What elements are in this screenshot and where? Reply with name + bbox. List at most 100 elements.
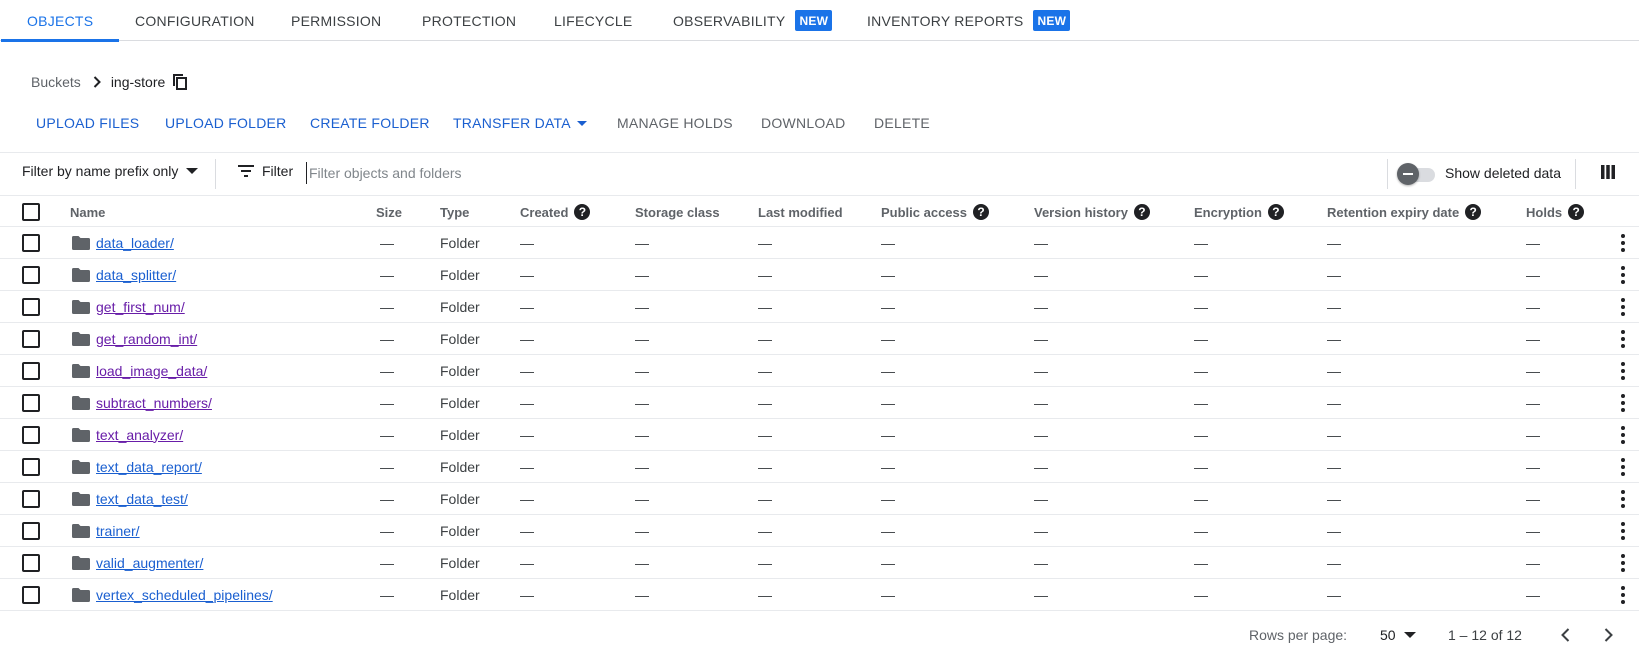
row-checkbox[interactable] [22,393,40,412]
row-checkbox[interactable] [22,297,40,316]
folder-link[interactable]: text_data_report/ [96,459,202,475]
help-icon[interactable]: ? [1133,204,1150,220]
table-row[interactable]: vertex_scheduled_pipelines/Folder — — — — — — —… [0,579,1639,611]
table-row[interactable]: subtract_numbers/Folder — — — — — — — — — [0,387,1639,419]
filter-input[interactable] [306,162,806,184]
next-page-button[interactable] [1598,625,1618,648]
folder-link[interactable]: vertex_scheduled_pipelines/ [96,587,273,603]
divider [1387,159,1388,189]
filter-button[interactable]: Filter [238,163,293,179]
table-row[interactable]: valid_augmenter/Folder — — — — — — — — — [0,547,1639,579]
folder-link[interactable]: get_first_num/ [96,299,185,315]
row-checkbox[interactable] [22,553,40,572]
size-cell: — [380,490,394,507]
column-display-icon[interactable] [1601,165,1615,182]
table-row[interactable]: text_data_report/Folder — — — — — — — — — [0,451,1639,483]
table-row[interactable]: text_analyzer/Folder — — — — — — — — — [0,419,1639,451]
folder-link[interactable]: get_random_int/ [96,331,197,347]
table-row[interactable]: text_data_test/Folder — — — — — — — — — [0,483,1639,515]
breadcrumb-buckets-link[interactable]: Buckets [31,74,81,90]
tab-observability[interactable]: OBSERVABILITY NEW [673,0,833,41]
more-vert-icon[interactable] [1621,489,1625,508]
last-modified-cell: — [758,266,772,283]
col-version-history[interactable]: Version history? [1034,196,1150,228]
table-row[interactable]: trainer/Folder — — — — — — — — — [0,515,1639,547]
folder-link[interactable]: subtract_numbers/ [96,395,212,411]
table-row[interactable]: get_first_num/Folder — — — — — — — — — [0,291,1639,323]
folder-link[interactable]: text_data_test/ [96,491,188,507]
more-vert-icon[interactable] [1621,585,1625,604]
more-vert-icon[interactable] [1621,425,1625,444]
col-size[interactable]: Size [376,196,402,228]
prefix-filter-label: Filter by name prefix only [22,163,179,179]
row-checkbox[interactable] [22,425,40,444]
folder-link[interactable]: trainer/ [96,523,140,539]
version-history-cell: — [1034,298,1048,315]
more-vert-icon[interactable] [1621,521,1625,540]
manage-holds-button[interactable]: MANAGE HOLDS [617,112,733,134]
more-vert-icon[interactable] [1621,297,1625,316]
more-vert-icon[interactable] [1621,361,1625,380]
help-icon[interactable]: ? [1465,204,1482,220]
folder-link[interactable]: data_loader/ [96,235,174,251]
tab-configuration[interactable]: CONFIGURATION [135,0,255,41]
folder-link[interactable]: load_image_data/ [96,363,207,379]
table-row[interactable]: data_loader/Folder — — — — — — — — — [0,227,1639,259]
holds-cell: — [1526,586,1540,603]
row-checkbox[interactable] [22,521,40,540]
tab-permission[interactable]: PERMISSION [291,0,381,41]
prefix-filter-select[interactable]: Filter by name prefix only [22,163,199,179]
more-vert-icon[interactable] [1621,553,1625,572]
folder-link[interactable]: valid_augmenter/ [96,555,203,571]
tab-objects[interactable]: OBJECTS [1,0,120,42]
delete-button[interactable]: DELETE [874,112,930,134]
col-type[interactable]: Type [440,196,469,228]
help-icon[interactable]: ? [574,204,591,220]
col-retention[interactable]: Retention expiry date? [1327,196,1482,228]
more-vert-icon[interactable] [1621,233,1625,252]
retention-cell: — [1327,330,1341,347]
transfer-data-button[interactable]: TRANSFER DATA [453,112,587,134]
col-last-modified[interactable]: Last modified [758,196,843,228]
row-checkbox[interactable] [22,457,40,476]
tab-inventory-reports[interactable]: INVENTORY REPORTS NEW [867,0,1071,41]
create-folder-button[interactable]: CREATE FOLDER [310,112,430,134]
upload-files-button[interactable]: UPLOAD FILES [36,112,139,134]
folder-link[interactable]: data_splitter/ [96,267,176,283]
help-icon[interactable]: ? [1267,204,1284,220]
row-checkbox[interactable] [22,361,40,380]
more-vert-icon[interactable] [1621,393,1625,412]
help-icon[interactable]: ? [973,204,989,220]
help-icon[interactable]: ? [1568,204,1585,220]
more-vert-icon[interactable] [1621,457,1625,476]
row-checkbox[interactable] [22,233,40,252]
col-public-access[interactable]: Public access? [881,196,989,228]
row-checkbox[interactable] [22,265,40,284]
copy-icon[interactable] [173,74,188,90]
folder-link[interactable]: text_analyzer/ [96,427,183,443]
col-storage-class[interactable]: Storage class [635,196,720,228]
tab-lifecycle[interactable]: LIFECYCLE [554,0,633,41]
download-button[interactable]: DOWNLOAD [761,112,845,134]
retention-cell: — [1327,426,1341,443]
tab-protection[interactable]: PROTECTION [422,0,516,41]
table-row[interactable]: get_random_int/Folder — — — — — — — — — [0,323,1639,355]
row-checkbox[interactable] [22,585,40,604]
show-deleted-toggle[interactable] [1397,163,1437,185]
select-all-checkbox[interactable] [22,203,40,221]
table-row[interactable]: load_image_data/Folder — — — — — — — — — [0,355,1639,387]
holds-cell: — [1526,394,1540,411]
col-encryption[interactable]: Encryption? [1194,196,1284,228]
table-row[interactable]: data_splitter/Folder — — — — — — — — — [0,259,1639,291]
rows-per-page-select[interactable]: 50 [1380,620,1416,650]
row-checkbox[interactable] [22,489,40,508]
more-vert-icon[interactable] [1621,329,1625,348]
upload-folder-button[interactable]: UPLOAD FOLDER [165,112,287,134]
col-created[interactable]: Created? [520,196,591,228]
previous-page-button[interactable] [1556,625,1576,648]
row-checkbox[interactable] [22,329,40,348]
col-name[interactable]: Name [70,196,105,228]
public-access-cell: — [881,394,895,411]
col-holds[interactable]: Holds? [1526,196,1585,228]
more-vert-icon[interactable] [1621,265,1625,284]
